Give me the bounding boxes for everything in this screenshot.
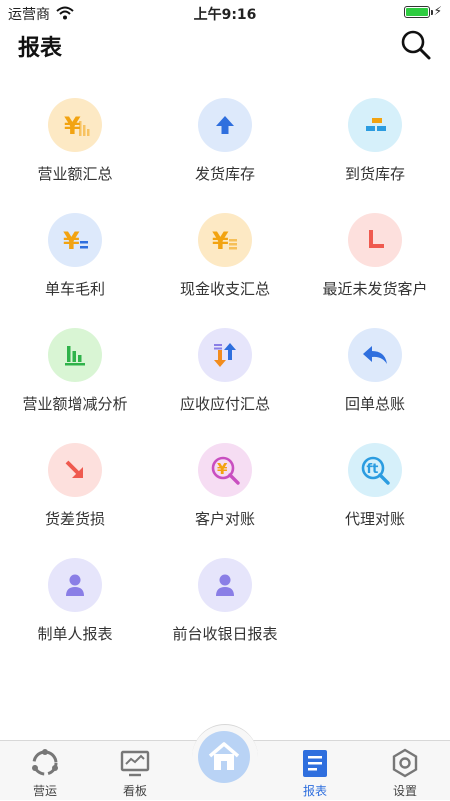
report-icon — [303, 750, 327, 777]
svg-text:¥: ¥ — [212, 227, 229, 255]
report-item-label: 发货库存 — [194, 165, 255, 183]
report-item[interactable]: 前台收银日报表 — [150, 556, 300, 656]
report-item[interactable]: 到货库存 — [300, 96, 450, 196]
report-item[interactable]: 制单人报表 — [0, 556, 150, 656]
report-item-label: 单车毛利 — [44, 280, 105, 298]
svg-text:¥: ¥ — [217, 460, 228, 478]
report-item-label: 营业额汇总 — [37, 165, 113, 183]
report-item-label: 营业额增减分析 — [22, 395, 128, 413]
report-item-label: 制单人报表 — [37, 625, 113, 643]
yen-coins-icon: ¥ — [198, 213, 252, 267]
report-item-label: 最近未发货客户 — [322, 280, 428, 298]
bar-chart-icon — [48, 328, 102, 382]
home-button-circle — [198, 731, 250, 783]
status-time: 上午9:16 — [193, 7, 257, 23]
tab-label: 营运 — [32, 784, 57, 798]
battery-icon — [404, 6, 433, 18]
report-item[interactable]: ft 代理对账 — [300, 441, 450, 541]
tab-label: 看板 — [122, 784, 147, 798]
monitor-icon — [120, 750, 150, 777]
report-item-label: 应收应付汇总 — [179, 395, 270, 413]
yen-bars-icon: ¥ — [48, 98, 102, 152]
yen-magnifier-icon: ¥ — [198, 443, 252, 497]
clock-hand-icon — [348, 213, 402, 267]
report-item[interactable]: 应收应付汇总 — [150, 326, 300, 426]
tab-operations[interactable]: 营运 — [0, 741, 90, 801]
tab-reports[interactable]: 报表 — [270, 741, 360, 801]
tab-label: 报表 — [302, 784, 327, 798]
report-item-label: 客户对账 — [194, 510, 255, 528]
home-button[interactable] — [192, 724, 258, 790]
report-item[interactable]: ¥ 现金收支汇总 — [150, 211, 300, 311]
tab-dashboard[interactable]: 看板 — [90, 741, 180, 801]
report-item-label: 到货库存 — [344, 165, 405, 183]
svg-text:¥: ¥ — [64, 112, 81, 140]
report-item-label: 代理对账 — [344, 510, 405, 528]
svg-text:¥: ¥ — [63, 227, 80, 255]
bricks-icon — [348, 98, 402, 152]
search-button[interactable] — [400, 29, 432, 61]
charging-icon: ⚡ — [433, 4, 442, 18]
arrow-down-right-icon — [48, 443, 102, 497]
status-bar: 运营商 上午9:16 ⚡ — [0, 0, 450, 26]
arrow-up-icon — [198, 98, 252, 152]
report-item[interactable]: ¥ 单车毛利 — [0, 211, 150, 311]
report-item[interactable]: 回单总账 — [300, 326, 450, 426]
report-item[interactable]: 发货库存 — [150, 96, 300, 196]
search-icon — [401, 30, 431, 60]
report-item[interactable]: 货差货损 — [0, 441, 150, 541]
report-item-label: 回单总账 — [344, 395, 405, 413]
person-icon — [48, 558, 102, 612]
report-item-label: 现金收支汇总 — [179, 280, 270, 298]
up-down-arrows-icon — [198, 328, 252, 382]
header: 报表 — [0, 26, 450, 66]
home-icon — [208, 742, 240, 770]
report-item[interactable]: ¥ 营业额汇总 — [0, 96, 150, 196]
report-item-label: 货差货损 — [44, 510, 105, 528]
settings-hexagon-icon — [392, 748, 418, 778]
ft-magnifier-icon: ft — [348, 443, 402, 497]
report-item-label: 前台收银日报表 — [172, 625, 278, 643]
report-item[interactable]: 最近未发货客户 — [300, 211, 450, 311]
person-icon — [198, 558, 252, 612]
report-item[interactable]: ¥ 客户对账 — [150, 441, 300, 541]
tab-settings[interactable]: 设置 — [360, 741, 450, 801]
operations-icon — [32, 749, 58, 776]
report-item[interactable]: 营业额增减分析 — [0, 326, 150, 426]
reply-arrow-icon — [348, 328, 402, 382]
page-title: 报表 — [18, 36, 63, 61]
tab-label: 设置 — [392, 784, 417, 798]
yen-equals-icon: ¥ — [48, 213, 102, 267]
battery-fill — [406, 8, 428, 16]
svg-text:ft: ft — [367, 462, 379, 477]
